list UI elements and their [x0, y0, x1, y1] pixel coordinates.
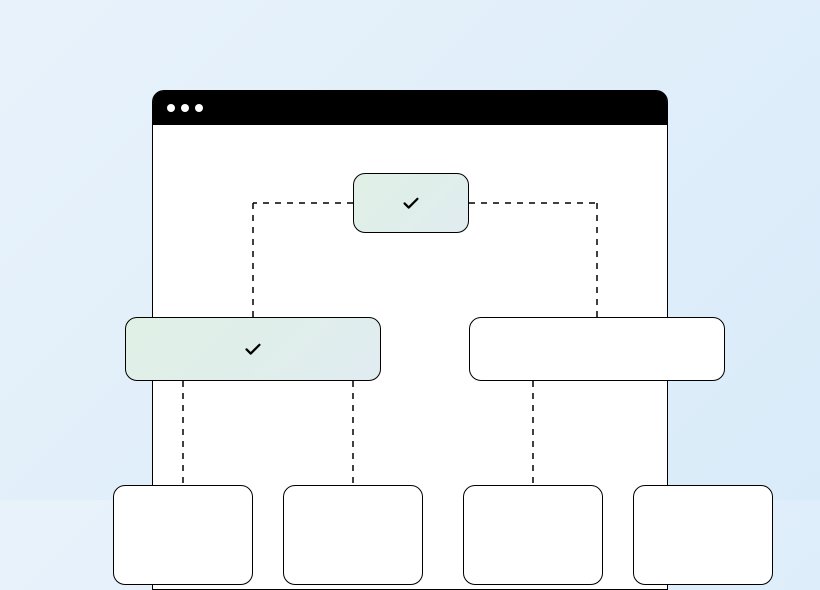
window-control-dot — [181, 104, 189, 112]
tree-node-right-left — [463, 485, 603, 585]
tree-node-left-right — [283, 485, 423, 585]
tree-node-left — [125, 317, 381, 381]
tree-node-right-right — [633, 485, 773, 585]
check-icon — [242, 338, 264, 360]
window-control-dot — [195, 104, 203, 112]
window-control-dot — [167, 104, 175, 112]
tree-node-right — [469, 317, 725, 381]
title-bar — [153, 91, 667, 125]
browser-window — [152, 90, 668, 590]
diagram-canvas — [153, 125, 667, 589]
check-icon — [400, 192, 422, 214]
tree-node-root — [353, 173, 469, 233]
tree-node-left-left — [113, 485, 253, 585]
